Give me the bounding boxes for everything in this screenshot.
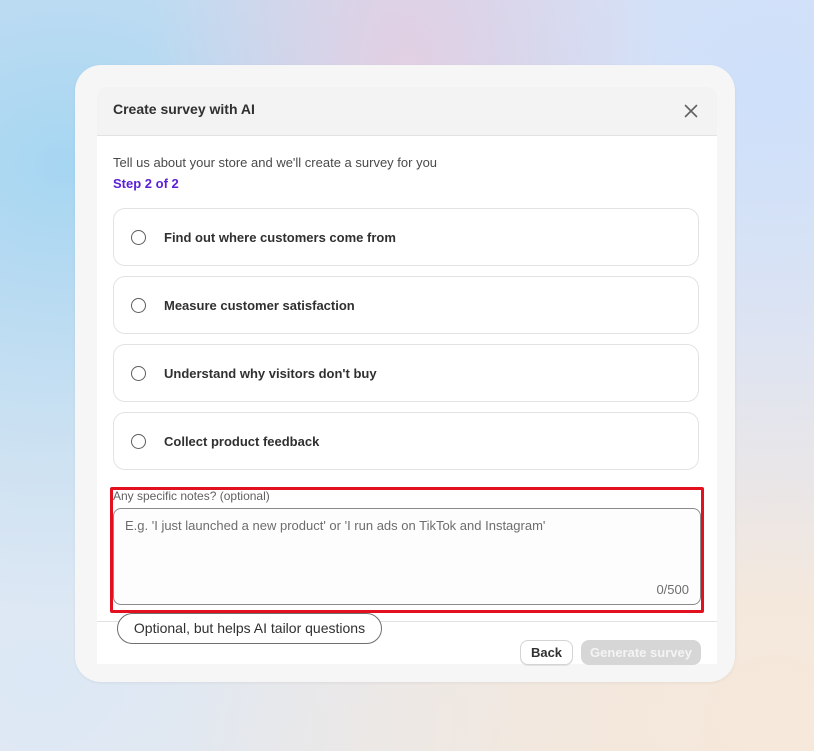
notes-label: Any specific notes? (optional) xyxy=(113,489,270,503)
option-label: Collect product feedback xyxy=(164,434,320,449)
option-label: Measure customer satisfaction xyxy=(164,298,355,313)
radio-button[interactable] xyxy=(131,230,146,245)
option-product-feedback[interactable]: Collect product feedback xyxy=(113,412,699,470)
intro-text: Tell us about your store and we'll creat… xyxy=(113,155,438,170)
option-label: Find out where customers come from xyxy=(164,230,396,245)
option-customer-source[interactable]: Find out where customers come from xyxy=(113,208,699,266)
option-visitors-dont-buy[interactable]: Understand why visitors don't buy xyxy=(113,344,699,402)
close-icon xyxy=(684,104,698,118)
notes-textarea[interactable]: E.g. 'I just launched a new product' or … xyxy=(113,508,701,605)
option-label: Understand why visitors don't buy xyxy=(164,366,377,381)
option-customer-satisfaction[interactable]: Measure customer satisfaction xyxy=(113,276,699,334)
character-counter: 0/500 xyxy=(656,582,689,597)
notes-placeholder: E.g. 'I just launched a new product' or … xyxy=(125,518,546,533)
radio-button[interactable] xyxy=(131,366,146,381)
generate-survey-button[interactable]: Generate survey xyxy=(581,640,701,665)
close-button[interactable] xyxy=(679,99,703,123)
back-button[interactable]: Back xyxy=(520,640,573,665)
radio-button[interactable] xyxy=(131,434,146,449)
radio-button[interactable] xyxy=(131,298,146,313)
step-indicator: Step 2 of 2 xyxy=(113,176,179,191)
survey-modal: Create survey with AI Tell us about your… xyxy=(97,87,717,664)
modal-title: Create survey with AI xyxy=(113,101,255,117)
modal-header: Create survey with AI xyxy=(97,87,717,136)
notes-tooltip: Optional, but helps AI tailor questions xyxy=(117,613,382,644)
